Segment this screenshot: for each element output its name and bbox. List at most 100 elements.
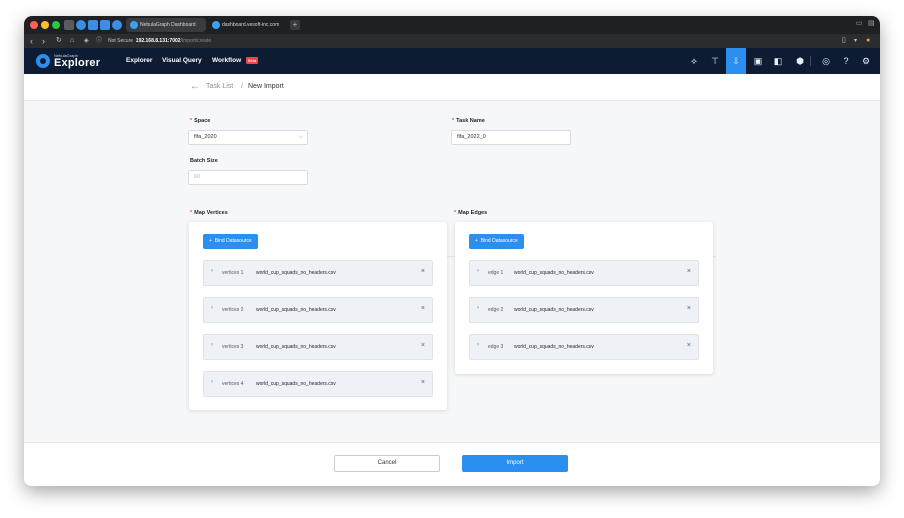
schema-icon[interactable]: ⟡ (684, 48, 704, 74)
analysis-icon[interactable]: ◧ (768, 48, 788, 74)
reader-icon[interactable]: ▯ (842, 35, 846, 47)
url-field[interactable]: Not Secure 192.168.8.131:7002/import/cre… (108, 36, 211, 46)
url-path: /import/create (180, 38, 212, 44)
close-icon[interactable]: × (421, 305, 425, 312)
required-asterisk: * (452, 118, 455, 124)
batch-size-placeholder: 60 (194, 174, 201, 180)
chevron-right-icon[interactable]: › (211, 268, 213, 274)
vertex-file: world_cup_squads_no_headers.csv (256, 381, 336, 387)
tab-favicon-icon (130, 21, 138, 29)
database-icon[interactable]: ⬢ (790, 48, 810, 74)
edge-mapping-row[interactable]: › edge 2 world_cup_squads_no_headers.csv… (469, 297, 699, 323)
vertex-file: world_cup_squads_no_headers.csv (256, 307, 336, 313)
chevron-right-icon[interactable]: › (477, 342, 479, 348)
chevron-right-icon[interactable]: › (211, 342, 213, 348)
vertex-name: vertices 3 (222, 344, 244, 350)
close-icon[interactable]: × (421, 342, 425, 349)
breadcrumb: ← Task List / New Import (24, 74, 880, 101)
info-icon[interactable]: ⓘ (96, 35, 102, 47)
import-button[interactable]: Import (462, 455, 568, 472)
required-asterisk: * (454, 210, 457, 216)
bind-datasource-button[interactable]: + Bind Datasource (203, 234, 258, 249)
pinned-tab-icon[interactable] (88, 20, 98, 30)
browser-tab[interactable]: dashboard.vesoft-inc.com (208, 18, 288, 32)
map-edges-label: * Map Edges (454, 210, 487, 216)
map-edges-label-text: Map Edges (458, 210, 488, 216)
vertex-mapping-row[interactable]: › vertices 2 world_cup_squads_no_headers… (203, 297, 433, 323)
browser-tab[interactable]: NebulaGraph Dashboard (126, 18, 206, 32)
console-icon[interactable]: ⊤ (705, 48, 725, 74)
nav-explorer[interactable]: Explorer (126, 57, 152, 64)
back-arrow-icon[interactable]: ← (190, 80, 200, 94)
close-icon[interactable]: × (687, 305, 691, 312)
chevron-right-icon[interactable]: › (211, 305, 213, 311)
zoom-window-button[interactable] (52, 21, 60, 29)
vertex-name: vertices 1 (222, 270, 244, 276)
close-window-button[interactable] (30, 21, 38, 29)
help-icon[interactable]: ? (836, 48, 856, 74)
sketch-icon[interactable]: ▣ (748, 48, 768, 74)
tab-overview-icon[interactable]: ▭ (856, 19, 863, 27)
space-label-text: Space (194, 118, 211, 124)
batch-size-input[interactable]: 60 (188, 170, 308, 185)
import-icon[interactable]: ⇩ (726, 48, 746, 74)
vertex-mapping-row[interactable]: › vertices 1 world_cup_squads_no_headers… (203, 260, 433, 286)
task-name-input[interactable]: fifa_2022_0 (451, 130, 571, 145)
pinned-tab-icon[interactable] (112, 20, 122, 30)
chevron-right-icon[interactable]: › (477, 305, 479, 311)
shield-icon[interactable]: ◈ (84, 35, 89, 47)
browser-tab-bar: NebulaGraph Dashboard dashboard.vesoft-i… (24, 16, 880, 34)
forward-arrow-icon[interactable]: › (42, 35, 45, 47)
edge-mapping-row[interactable]: › edge 3 world_cup_squads_no_headers.csv… (469, 334, 699, 360)
url-host: 192.168.8.131:7002 (135, 38, 181, 44)
vertex-mapping-row[interactable]: › vertices 3 world_cup_squads_no_headers… (203, 334, 433, 360)
edge-name: edge 1 (488, 270, 504, 276)
address-bar: ‹ › ↻ ⌂ ◈ ⓘ Not Secure 192.168.8.131:700… (24, 34, 880, 48)
extensions-icon[interactable]: ▤ (868, 19, 875, 27)
cancel-button[interactable]: Cancel (334, 455, 440, 472)
profile-icon[interactable]: ● (866, 35, 870, 47)
edge-name: edge 2 (488, 307, 504, 313)
vertex-file: world_cup_squads_no_headers.csv (256, 344, 336, 350)
plus-icon: + (209, 238, 212, 244)
back-arrow-icon[interactable]: ‹ (30, 35, 33, 47)
reload-icon[interactable]: ↻ (56, 35, 62, 47)
tab-title: dashboard.vesoft-inc.com (222, 22, 280, 28)
chevron-right-icon[interactable]: › (477, 268, 479, 274)
menu-chevron-icon[interactable]: ▾ (854, 35, 857, 47)
vertex-name: vertices 4 (222, 381, 244, 387)
home-icon[interactable]: ⌂ (70, 35, 74, 47)
bind-datasource-button[interactable]: + Bind Datasource (469, 234, 524, 249)
close-icon[interactable]: × (687, 268, 691, 275)
nav-workflow[interactable]: Workflow (212, 57, 241, 64)
plus-icon: + (475, 238, 478, 244)
map-vertices-label-text: Map Vertices (194, 210, 228, 216)
batch-size-label: Batch Size (190, 158, 218, 164)
close-icon[interactable]: × (421, 379, 425, 386)
app-header: NebulaGraph Explorer Explorer Visual Que… (24, 48, 880, 74)
close-icon[interactable]: × (421, 268, 425, 275)
task-name-value: fifa_2022_0 (457, 134, 486, 140)
close-icon[interactable]: × (687, 342, 691, 349)
edge-mapping-row[interactable]: › edge 1 world_cup_squads_no_headers.csv… (469, 260, 699, 286)
settings-icon[interactable]: ⚙ (856, 48, 876, 74)
chevron-right-icon[interactable]: › (211, 379, 213, 385)
breadcrumb-current: New Import (248, 83, 284, 90)
minimize-window-button[interactable] (41, 21, 49, 29)
bind-datasource-label: Bind Datasource (214, 238, 252, 244)
map-edges-panel: + Bind Datasource › edge 1 world_cup_squ… (455, 222, 713, 374)
beta-badge: Beta (246, 57, 259, 64)
sidebar-icon[interactable] (64, 20, 74, 30)
breadcrumb-task-list[interactable]: Task List (206, 83, 233, 90)
pinned-tab-icon[interactable] (76, 20, 86, 30)
brand-title[interactable]: Explorer (54, 57, 100, 69)
tab-title: NebulaGraph Dashboard (140, 22, 196, 28)
space-value: fifa_2020 (194, 134, 217, 140)
chevron-down-icon: ⌵ (298, 134, 303, 140)
pinned-tab-icon[interactable] (100, 20, 110, 30)
nav-visual-query[interactable]: Visual Query (162, 57, 202, 64)
language-icon[interactable]: ◎ (816, 48, 836, 74)
space-select[interactable]: fifa_2020 ⌵ (188, 130, 308, 145)
vertex-mapping-row[interactable]: › vertices 4 world_cup_squads_no_headers… (203, 371, 433, 397)
new-tab-button[interactable]: + (290, 20, 300, 30)
